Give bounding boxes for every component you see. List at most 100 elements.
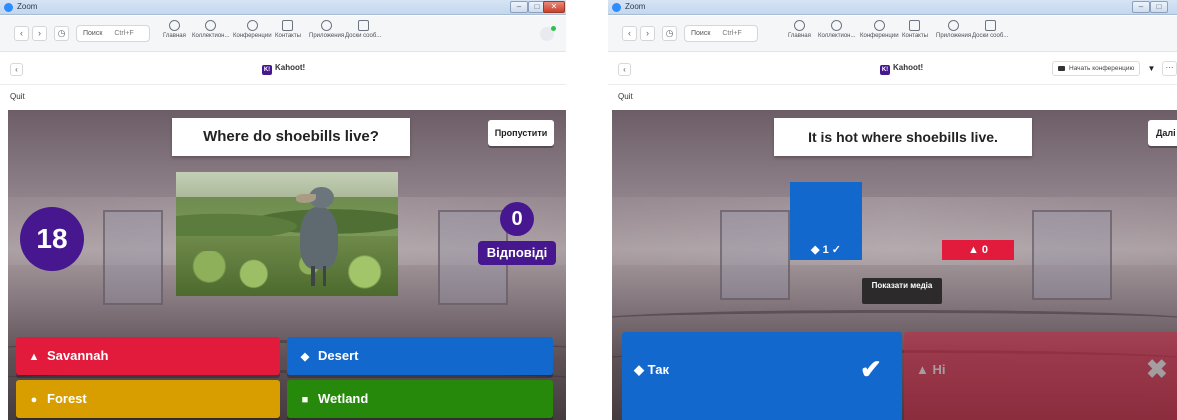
answer-option-3[interactable]: ● Forest: [16, 380, 280, 418]
clock-icon: [246, 20, 258, 31]
close-button[interactable]: ✕: [543, 1, 565, 13]
background-desk-row: [612, 310, 1177, 330]
start-conference-button[interactable]: Начать конференцию: [1052, 61, 1141, 76]
show-media-button[interactable]: Показати медіа: [862, 278, 942, 304]
search-box[interactable]: Поиск Ctrl+F: [684, 25, 758, 42]
diamond-icon: ◆: [811, 244, 820, 256]
answer-option-true[interactable]: ◆ Так ✔: [622, 332, 902, 420]
question-title: It is hot where shoebills live.: [774, 118, 1032, 156]
background-board: [103, 210, 163, 305]
quit-bar: Quit: [608, 86, 1177, 110]
tab-collections[interactable]: Коллектион...: [192, 20, 229, 39]
question-image: [176, 172, 398, 296]
search-label: Поиск: [691, 30, 711, 37]
minimize-button[interactable]: –: [510, 1, 528, 13]
background-board: [720, 210, 790, 300]
kahoot-game-area: Where do shoebills live? Пропустити 18 0…: [8, 110, 566, 420]
result-label-2: ▲ 0: [942, 240, 1014, 260]
tab-home[interactable]: Главная: [163, 20, 186, 39]
checkmark-icon: ✔: [860, 354, 882, 384]
square-icon: ■: [301, 394, 309, 406]
result-bar-1: [790, 182, 862, 240]
answer-option-1[interactable]: ▲ Savannah: [16, 337, 280, 375]
app-header: ‹ K! Kahoot!: [0, 53, 566, 85]
filter-icon[interactable]: ▼: [1144, 61, 1159, 76]
answers-count: 0: [500, 202, 534, 236]
back-button[interactable]: ‹: [14, 26, 29, 41]
answer-option-2[interactable]: ◆ Desert: [287, 337, 553, 375]
result-count: 0: [981, 244, 989, 256]
app-back-button[interactable]: ‹: [618, 63, 631, 76]
tab-collections[interactable]: Коллектион...: [818, 20, 855, 39]
forward-button[interactable]: ›: [640, 26, 655, 41]
clock-icon: [873, 20, 885, 31]
answer-text: Savannah: [47, 348, 109, 363]
app-back-button[interactable]: ‹: [10, 63, 23, 76]
tab-home[interactable]: Главная: [788, 20, 811, 39]
tab-meetings[interactable]: Конференции: [860, 20, 899, 39]
window-title: Zoom: [625, 2, 646, 11]
home-icon: [168, 20, 180, 31]
maximize-button[interactable]: □: [1150, 1, 1168, 13]
window-title: Zoom: [17, 2, 38, 11]
triangle-icon: ▲: [28, 351, 40, 363]
answer-text: Desert: [318, 348, 359, 363]
question-title: Where do shoebills live?: [172, 118, 410, 156]
apps-icon: [948, 20, 960, 31]
answer-text: Так: [647, 362, 669, 377]
check-icon: ✓: [831, 244, 841, 256]
quit-link[interactable]: Quit: [10, 92, 25, 101]
avatar[interactable]: [540, 26, 556, 41]
answer-option-4[interactable]: ■ Wetland: [287, 380, 553, 418]
home-icon: [793, 20, 805, 31]
search-box[interactable]: Поиск Ctrl+F: [76, 25, 150, 42]
apps-icon: [321, 20, 333, 31]
forward-button[interactable]: ›: [32, 26, 47, 41]
zoom-toolbar: ‹ › ◷ Поиск Ctrl+F Главная Коллектион...…: [608, 16, 1177, 52]
whiteboard-icon: [984, 20, 996, 31]
cross-icon: ✖: [1146, 354, 1168, 384]
search-shortcut: Ctrl+F: [114, 30, 134, 37]
kahoot-logo-icon: K!: [262, 65, 272, 75]
search-shortcut: Ctrl+F: [722, 30, 742, 37]
app-title: K! Kahoot!: [880, 63, 924, 75]
triangle-icon: ▲: [916, 362, 929, 377]
countdown-timer: 18: [20, 207, 84, 271]
skip-button[interactable]: Пропустити: [488, 120, 554, 146]
kahoot-game-area: It is hot where shoebills live. Далі ◆ 1…: [612, 110, 1177, 420]
zoom-logo-icon: [4, 3, 13, 12]
result-count: 1: [822, 244, 829, 256]
title-bar: Zoom – □ ✕: [0, 0, 566, 15]
minimize-button[interactable]: –: [1132, 1, 1150, 13]
tab-whiteboards[interactable]: Доски сооб...: [972, 20, 1008, 39]
tab-apps[interactable]: Приложения: [309, 20, 344, 39]
search-label: Поиск: [83, 30, 103, 37]
result-label-1: ◆ 1 ✓: [790, 240, 862, 260]
zoom-window-right: Zoom – □ ‹ › ◷ Поиск Ctrl+F Главная Колл…: [608, 0, 1177, 420]
next-button[interactable]: Далі: [1148, 120, 1177, 146]
background-board: [1032, 210, 1112, 300]
tab-meetings[interactable]: Конференции: [233, 20, 272, 39]
history-button[interactable]: ◷: [662, 26, 677, 41]
zoom-logo-icon: [612, 3, 621, 12]
more-button[interactable]: ···: [1162, 61, 1177, 76]
history-button[interactable]: ◷: [54, 26, 69, 41]
quit-link[interactable]: Quit: [618, 92, 633, 101]
tab-whiteboards[interactable]: Доски сооб...: [345, 20, 381, 39]
app-header: ‹ K! Kahoot! Начать конференцию ▼ ···: [608, 53, 1177, 85]
contacts-icon: [909, 20, 921, 31]
answer-option-false[interactable]: ▲ Ні ✖: [904, 332, 1177, 420]
tab-contacts[interactable]: Контакты: [275, 20, 301, 39]
tab-apps[interactable]: Приложения: [936, 20, 971, 39]
answers-label: Відповіді: [478, 241, 556, 265]
app-title: K! Kahoot!: [262, 63, 306, 75]
answer-text: Ні: [932, 362, 946, 377]
triangle-icon: ▲: [967, 244, 979, 256]
back-button[interactable]: ‹: [622, 26, 637, 41]
tab-contacts[interactable]: Контакты: [902, 20, 928, 39]
diamond-icon: ◆: [300, 351, 310, 363]
chat-icon: [205, 20, 217, 31]
zoom-window-left: Zoom – □ ✕ ‹ › ◷ Поиск Ctrl+F Главная Ко…: [0, 0, 566, 420]
quit-bar: Quit: [0, 86, 566, 110]
title-bar: Zoom – □: [608, 0, 1177, 15]
